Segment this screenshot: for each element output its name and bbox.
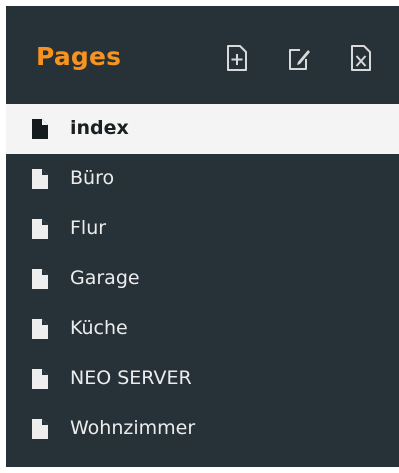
document-icon — [32, 369, 48, 389]
page-item-label: Flur — [70, 217, 107, 239]
panel-title: Pages — [36, 42, 122, 71]
page-item-garage[interactable]: Garage — [6, 254, 399, 304]
pages-header: Pages — [6, 6, 399, 104]
page-item-neo-server[interactable]: NEO SERVER — [6, 354, 399, 404]
page-item-label: Büro — [70, 167, 115, 189]
delete-page-button[interactable] — [349, 44, 373, 72]
add-page-icon — [227, 45, 247, 71]
document-icon — [32, 269, 48, 289]
page-item-label: Garage — [70, 267, 140, 289]
page-item-label: index — [70, 117, 129, 139]
document-icon — [32, 219, 48, 239]
page-item-kuche[interactable]: Küche — [6, 304, 399, 354]
page-item-label: Wohnzimmer — [70, 417, 196, 439]
page-list: index Büro Flur Garage Küche NEO SERVER … — [6, 104, 399, 454]
edit-page-icon — [289, 49, 310, 70]
document-icon — [32, 119, 48, 139]
page-item-label: NEO SERVER — [70, 367, 192, 389]
page-item-flur[interactable]: Flur — [6, 204, 399, 254]
document-icon — [32, 319, 48, 339]
page-item-label: Küche — [70, 317, 128, 339]
document-icon — [32, 419, 48, 439]
page-item-buro[interactable]: Büro — [6, 154, 399, 204]
edit-page-button[interactable] — [287, 44, 311, 72]
pages-panel: Pages index Büro Flur Garage Küche NEO S… — [6, 6, 399, 467]
page-item-wohnzimmer[interactable]: Wohnzimmer — [6, 404, 399, 454]
delete-page-icon — [351, 45, 371, 71]
document-icon — [32, 169, 48, 189]
add-page-button[interactable] — [225, 44, 249, 72]
page-item-index[interactable]: index — [6, 104, 399, 154]
